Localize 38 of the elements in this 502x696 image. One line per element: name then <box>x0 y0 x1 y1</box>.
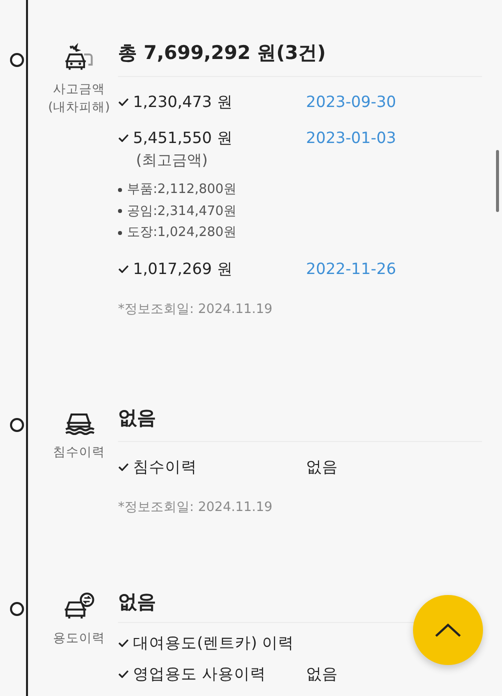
category-label: 침수이력 <box>53 443 105 461</box>
timeline-dot <box>10 418 24 432</box>
section-title: 총 7,699,292 원(3건) <box>118 36 482 77</box>
history-item: 대여용도(렌트카) 이력 <box>133 633 294 654</box>
history-item: 1,017,269 원 <box>133 258 233 280</box>
item-date: 2022-11-26 <box>306 258 398 280</box>
cost-breakdown: 공임:2,314,470원 <box>127 202 237 220</box>
cost-breakdown: 부품:2,112,800원 <box>127 181 237 199</box>
cost-breakdown: 도장:1,024,280원 <box>127 224 237 242</box>
lookup-date: *정보조회일: 2024.11.19 <box>118 499 274 516</box>
history-item: 영업용도 사용이력 <box>133 664 266 685</box>
timeline-dot <box>10 602 24 616</box>
check-icon <box>118 134 129 142</box>
category-label: (내차피해) <box>48 98 110 116</box>
item-value: 없음 <box>306 664 339 685</box>
section-title: 없음 <box>118 401 482 442</box>
check-icon <box>118 98 129 106</box>
check-icon <box>118 639 129 647</box>
scrollbar-thumb <box>496 150 499 212</box>
item-date: 2023-01-03 <box>306 128 398 149</box>
item-date: 2023-09-30 <box>306 92 398 113</box>
item-value: 없음 <box>306 457 339 478</box>
check-icon <box>118 264 129 272</box>
chevron-up-icon <box>435 623 461 637</box>
history-item: 1,230,473 원 <box>133 92 233 113</box>
bullet-icon <box>118 188 122 192</box>
check-icon <box>118 463 129 471</box>
car-exchange-icon <box>63 591 95 621</box>
timeline-dot <box>10 53 24 67</box>
bullet-icon <box>118 230 122 235</box>
category-label: 용도이력 <box>53 629 105 647</box>
history-item: 침수이력 <box>133 457 197 478</box>
check-icon <box>118 670 129 678</box>
history-item: 5,451,550 원 <box>133 128 233 149</box>
item-note: (최고금액) <box>135 150 209 171</box>
lookup-date: *정보조회일: 2024.11.19 <box>118 300 274 318</box>
category-label: 사고금액 <box>53 80 105 98</box>
bullet-icon <box>118 209 122 214</box>
